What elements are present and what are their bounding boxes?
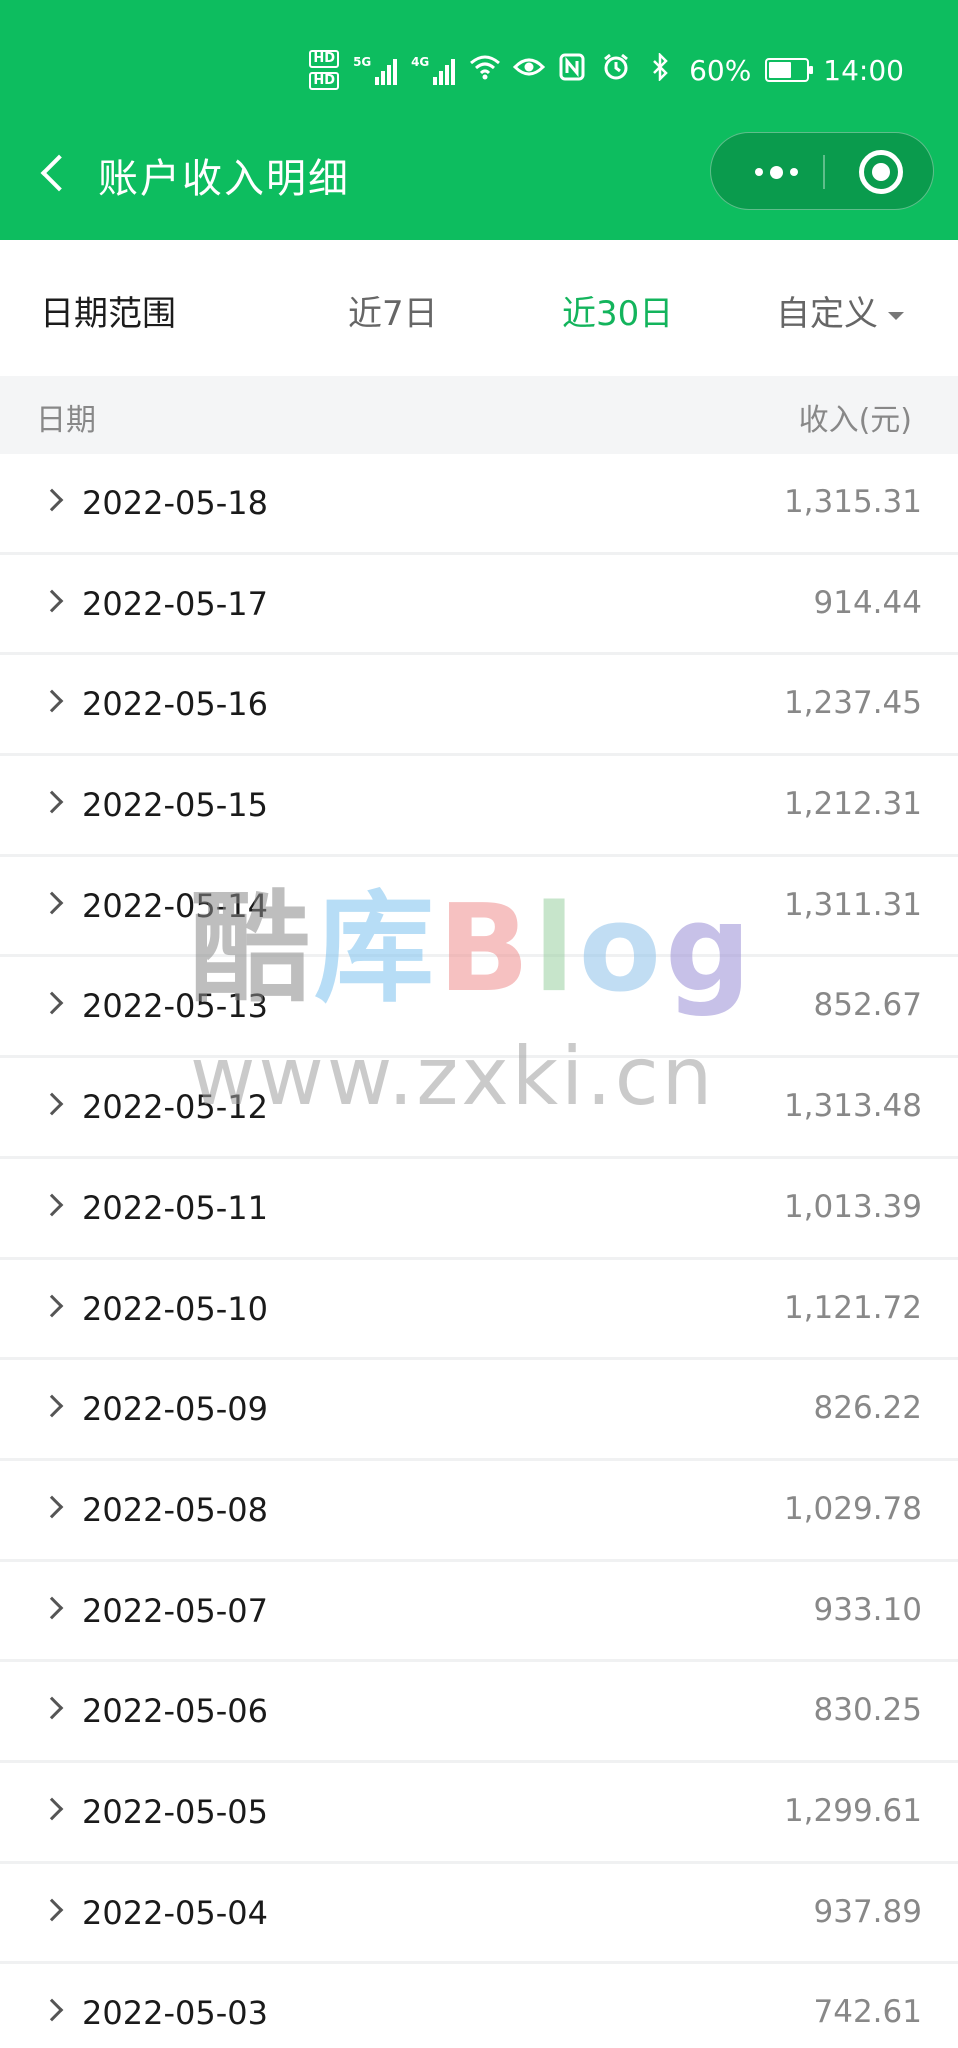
hd-label-1: HD — [309, 50, 340, 68]
filter-option-7-days[interactable]: 近7日 — [348, 286, 438, 335]
row-date: 2022-05-03 — [82, 1994, 268, 2033]
chevron-right-icon — [40, 1998, 64, 2022]
row-date: 2022-05-05 — [82, 1792, 268, 1831]
row-date: 2022-05-10 — [82, 1289, 268, 1328]
chevron-right-icon — [40, 1696, 64, 1720]
row-amount: 830.25 — [813, 1692, 922, 1729]
wifi-icon — [469, 53, 501, 88]
eye-icon — [512, 55, 546, 85]
chevron-right-icon — [40, 1294, 64, 1317]
page-title: 账户收入明细 — [98, 156, 350, 202]
back-chevron-left-icon[interactable] — [38, 150, 70, 198]
row-amount: 742.61 — [813, 1994, 922, 2031]
date-range-filter: 日期范围 近7日 近30日 自定义 — [0, 240, 958, 376]
row-date: 2022-05-15 — [82, 786, 268, 825]
clock-time: 14:00 — [823, 53, 904, 87]
chevron-right-icon — [40, 488, 64, 512]
table-row[interactable]: 2022-05-06 830.25 — [0, 1662, 958, 1763]
filter-option-custom-label: 自定义 — [776, 294, 878, 334]
row-amount: 1,299.61 — [783, 1792, 922, 1829]
table-row[interactable]: 2022-05-07 933.10 — [0, 1561, 958, 1663]
row-amount: 826.22 — [813, 1390, 922, 1427]
caret-down-icon — [888, 311, 904, 320]
more-dots-icon[interactable] — [731, 133, 821, 211]
row-date: 2022-05-11 — [82, 1188, 268, 1227]
filter-option-custom[interactable]: 自定义 — [776, 286, 904, 335]
battery-percent: 60% — [689, 53, 752, 87]
row-amount: 1,212.31 — [783, 786, 922, 823]
date-range-label: 日期范围 — [40, 294, 176, 334]
table-row[interactable]: 2022-05-16 1,237.45 — [0, 655, 958, 757]
table-row[interactable]: 2022-05-11 1,013.39 — [0, 1158, 958, 1260]
row-date: 2022-05-16 — [82, 685, 268, 724]
income-list: 2022-05-18 1,315.31 2022-05-17 914.44 2022… — [0, 454, 958, 2048]
table-row[interactable]: 2022-05-12 1,313.48 — [0, 1058, 958, 1159]
table-row[interactable]: 2022-05-05 1,299.61 — [0, 1762, 958, 1864]
row-date: 2022-05-17 — [82, 584, 268, 623]
row-date: 2022-05-06 — [82, 1692, 268, 1731]
row-amount: 914.44 — [813, 584, 922, 621]
chevron-right-icon — [40, 1898, 64, 1921]
chevron-right-icon — [40, 1495, 64, 1519]
row-amount: 1,121.72 — [783, 1289, 922, 1326]
chevron-right-icon — [40, 1394, 64, 1418]
table-row[interactable]: 2022-05-04 937.89 — [0, 1863, 958, 1965]
row-amount: 852.67 — [813, 987, 922, 1024]
row-amount: 1,313.48 — [783, 1088, 922, 1125]
row-amount: 1,311.31 — [783, 886, 922, 923]
status-bar: HD HD 5G 4G 60% 14:00 — [309, 48, 904, 92]
row-date: 2022-05-14 — [82, 886, 268, 925]
alarm-icon — [601, 53, 631, 88]
chevron-right-icon — [40, 1797, 64, 1821]
nfc-icon — [557, 53, 587, 88]
hd-label-2: HD — [309, 72, 340, 90]
capsule-divider — [823, 155, 825, 189]
row-date: 2022-05-04 — [82, 1893, 268, 1932]
row-amount: 1,029.78 — [783, 1490, 922, 1527]
filter-option-30-days[interactable]: 近30日 — [562, 286, 673, 335]
table-row[interactable]: 2022-05-08 1,029.78 — [0, 1460, 958, 1562]
chevron-right-icon — [40, 690, 64, 713]
bluetooth-icon — [645, 51, 675, 88]
row-date: 2022-05-18 — [82, 484, 268, 522]
column-header-date: 日期 — [36, 403, 96, 438]
battery-fill — [769, 62, 792, 78]
table-row[interactable]: 2022-05-18 1,315.31 — [0, 454, 958, 555]
chevron-right-icon — [40, 891, 64, 915]
chevron-right-icon — [40, 992, 64, 1015]
table-row[interactable]: 2022-05-09 826.22 — [0, 1360, 958, 1461]
chevron-right-icon — [40, 1092, 64, 1116]
miniprogram-capsule — [710, 132, 934, 210]
target-icon[interactable] — [859, 150, 903, 194]
row-date: 2022-05-13 — [82, 987, 268, 1026]
row-date: 2022-05-08 — [82, 1490, 268, 1529]
row-date: 2022-05-12 — [82, 1088, 268, 1127]
battery-icon — [765, 58, 814, 82]
row-amount: 937.89 — [813, 1893, 922, 1930]
table-row[interactable]: 2022-05-03 742.61 — [0, 1964, 958, 2048]
hd-indicator: HD HD — [309, 50, 340, 90]
row-amount: 1,315.31 — [783, 484, 922, 520]
app-header: HD HD 5G 4G 60% 14:00 账户收入明细 — [0, 0, 958, 240]
table-header: 日期 收入(元) — [0, 376, 958, 454]
row-date: 2022-05-07 — [82, 1591, 268, 1630]
network-4g-label: 4G — [411, 55, 430, 69]
table-row[interactable]: 2022-05-10 1,121.72 — [0, 1259, 958, 1361]
row-amount: 1,237.45 — [783, 685, 922, 722]
chevron-right-icon — [40, 589, 64, 613]
chevron-right-icon — [40, 1193, 64, 1217]
table-row[interactable]: 2022-05-17 914.44 — [0, 554, 958, 656]
row-amount: 1,013.39 — [783, 1188, 922, 1225]
chevron-right-icon — [40, 790, 64, 814]
column-header-income: 收入(元) — [798, 403, 912, 438]
network-5g-label: 5G — [353, 55, 372, 69]
signal-5g-icon: 5G — [353, 55, 398, 85]
table-row[interactable]: 2022-05-15 1,212.31 — [0, 756, 958, 857]
row-date: 2022-05-09 — [82, 1390, 268, 1429]
row-amount: 933.10 — [813, 1591, 922, 1628]
table-row[interactable]: 2022-05-14 1,311.31 — [0, 856, 958, 958]
table-row[interactable]: 2022-05-13 852.67 — [0, 957, 958, 1059]
signal-4g-icon: 4G — [411, 55, 456, 85]
chevron-right-icon — [40, 1596, 64, 1619]
